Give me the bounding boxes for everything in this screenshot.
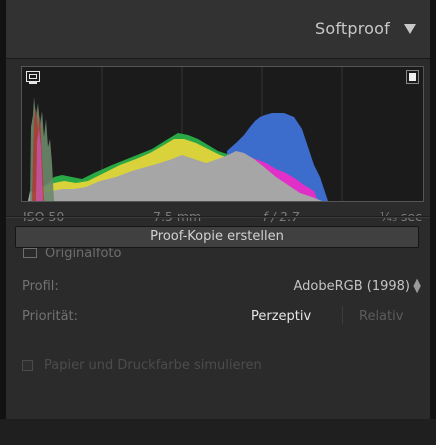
panel-bottom-edge [0, 419, 436, 445]
document-clip-icon[interactable] [406, 70, 419, 84]
section-divider-highlight [6, 217, 430, 218]
priority-label: Priorität: [22, 309, 79, 324]
histogram-graph [28, 67, 343, 201]
original-photo-checkbox[interactable] [23, 248, 37, 258]
monitor-clip-icon[interactable] [26, 71, 40, 84]
softproof-panel: Softproof ISO 50 7.5 mm f / 2.7 ¹⁄₄₅ sec… [0, 0, 436, 445]
simulate-paper-ink-checkbox[interactable] [22, 360, 33, 371]
profile-label: Profil: [22, 279, 59, 294]
original-photo-label: Originalfoto [45, 246, 122, 261]
create-proof-copy-button[interactable]: Proof-Kopie erstellen [15, 226, 419, 248]
panel-title: Softproof [315, 19, 390, 38]
priority-relative-option[interactable]: Relativ [359, 309, 403, 324]
triangle-down-icon[interactable] [404, 24, 416, 34]
histogram[interactable] [21, 66, 424, 202]
panel-body: ISO 50 7.5 mm f / 2.7 ¹⁄₄₅ sec Originalf… [6, 59, 430, 445]
priority-separator [342, 306, 343, 324]
priority-perceptual-option[interactable]: Perzeptiv [251, 309, 311, 324]
profile-select[interactable]: AdobeRGB (1998) [293, 279, 410, 294]
simulate-paper-ink-label: Papier und Druckfarbe simulieren [44, 358, 262, 373]
updown-arrows-icon[interactable]: ▲ ▼ [413, 278, 421, 295]
panel-header[interactable]: Softproof [6, 0, 430, 59]
panel-right-edge [430, 0, 436, 445]
